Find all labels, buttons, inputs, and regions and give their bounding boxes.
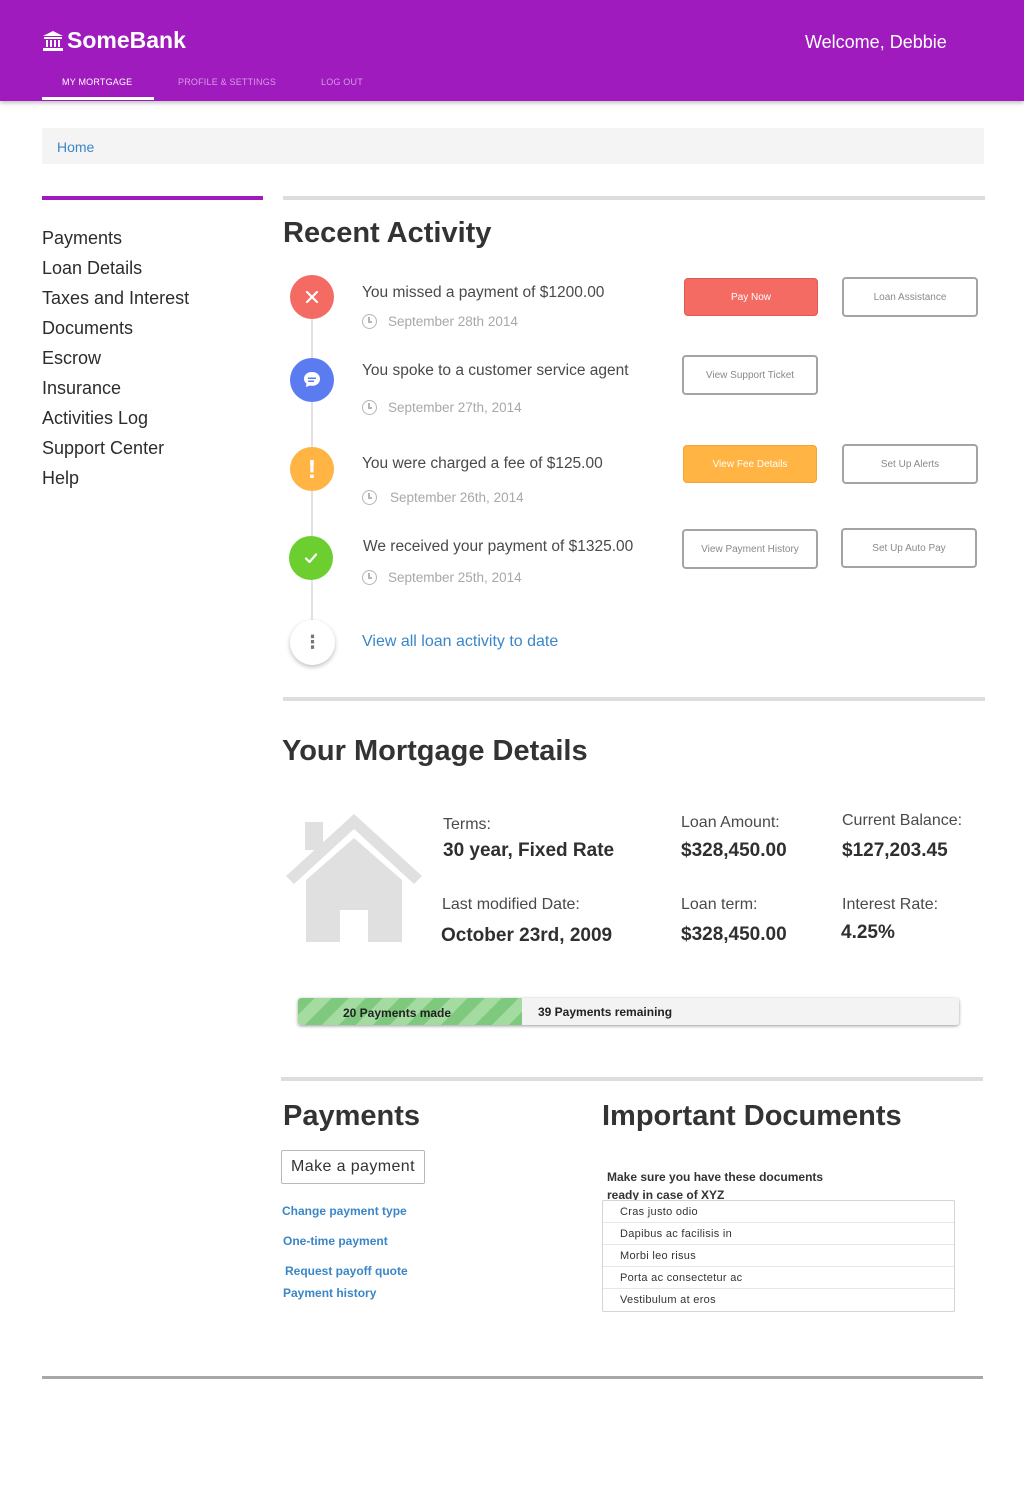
- set-up-alerts-button[interactable]: Set Up Alerts: [842, 444, 978, 484]
- exclamation-icon: !: [290, 447, 334, 491]
- clock-icon: [362, 314, 377, 329]
- make-payment-button[interactable]: Make a payment: [281, 1150, 425, 1184]
- sidebar-item-support-center[interactable]: Support Center: [42, 437, 189, 467]
- payments-title: Payments: [283, 1100, 421, 1132]
- view-payment-history-button[interactable]: View Payment History: [682, 529, 818, 569]
- activity-date: September 25th, 2014: [362, 570, 522, 585]
- section-divider: [283, 697, 985, 701]
- one-time-payment-link[interactable]: One-time payment: [283, 1234, 388, 1248]
- list-item[interactable]: Vestibulum at eros: [603, 1289, 954, 1311]
- activity-date: September 27th, 2014: [362, 400, 522, 415]
- house-icon: [286, 814, 422, 942]
- mortgage-details-title: Your Mortgage Details: [282, 735, 588, 767]
- payments-remaining-label: 39 Payments remaining: [538, 1005, 673, 1019]
- close-icon: [290, 275, 334, 319]
- sidebar-item-help[interactable]: Help: [42, 467, 189, 497]
- payments-made-label: 20 Payments made: [343, 1006, 452, 1020]
- list-item[interactable]: Morbi leo risus: [603, 1245, 954, 1267]
- check-icon: [289, 536, 333, 580]
- sidebar-item-activities-log[interactable]: Activities Log: [42, 407, 189, 437]
- last-modified-value: October 23rd, 2009: [441, 925, 613, 946]
- interest-rate-label: Interest Rate:: [842, 896, 939, 913]
- current-balance-label: Current Balance:: [842, 812, 963, 829]
- tab-log-out[interactable]: LOG OUT: [321, 77, 363, 87]
- view-all-activity-link[interactable]: View all loan activity to date: [362, 633, 558, 651]
- loan-term-value: $328,450.00: [681, 924, 787, 945]
- current-balance-value: $127,203.45: [842, 840, 948, 861]
- clock-icon: [362, 490, 377, 505]
- activity-date-text: September 27th, 2014: [388, 400, 522, 415]
- activity-text: You missed a payment of $1200.00: [362, 284, 605, 301]
- activity-text: We received your payment of $1325.00: [363, 538, 634, 555]
- terms-value: 30 year, Fixed Rate: [443, 840, 615, 861]
- list-item[interactable]: Cras justo odio: [603, 1201, 954, 1223]
- brand-name: SomeBank: [67, 27, 186, 53]
- view-support-ticket-button[interactable]: View Support Ticket: [682, 355, 818, 395]
- last-modified-label: Last modified Date:: [442, 896, 580, 913]
- terms-label: Terms:: [443, 816, 491, 833]
- view-fee-details-button[interactable]: View Fee Details: [683, 445, 817, 483]
- activity-date: September 28th 2014: [362, 314, 518, 329]
- footer-divider: [42, 1376, 983, 1379]
- tab-my-mortgage[interactable]: MY MORTGAGE: [62, 77, 132, 87]
- change-payment-type-link[interactable]: Change payment type: [282, 1204, 407, 1218]
- welcome-message: Welcome, Debbie: [805, 32, 947, 52]
- clock-icon: [362, 400, 377, 415]
- sidebar-item-loan-details[interactable]: Loan Details: [42, 257, 189, 287]
- documents-list: Cras justo odio Dapibus ac facilisis in …: [602, 1200, 955, 1312]
- list-item[interactable]: Porta ac consectetur ac: [603, 1267, 954, 1289]
- documents-note: Make sure you have these documents ready…: [607, 1170, 824, 1202]
- list-item[interactable]: Dapibus ac facilisis in: [603, 1223, 954, 1245]
- important-documents-title: Important Documents: [602, 1100, 902, 1132]
- loan-assistance-button[interactable]: Loan Assistance: [842, 277, 978, 317]
- loan-amount-label: Loan Amount:: [681, 814, 780, 831]
- payments-progress-bar: 20 Payments made 39 Payments remaining: [298, 998, 959, 1025]
- top-header: SomeBank Welcome, Debbie MY MORTGAGE PRO…: [0, 0, 1024, 101]
- recent-activity-title: Recent Activity: [283, 217, 492, 249]
- set-up-auto-pay-button[interactable]: Set Up Auto Pay: [841, 528, 977, 568]
- sidebar-accent-bar: [42, 196, 263, 200]
- breadcrumb-home[interactable]: Home: [57, 139, 94, 155]
- sidebar-item-documents[interactable]: Documents: [42, 317, 189, 347]
- section-divider: [281, 1077, 983, 1081]
- sidebar-item-escrow[interactable]: Escrow: [42, 347, 189, 377]
- more-options-icon[interactable]: ⋮: [290, 620, 335, 665]
- sidebar-item-taxes-interest[interactable]: Taxes and Interest: [42, 287, 189, 317]
- breadcrumb: Home: [42, 128, 984, 164]
- clock-icon: [362, 570, 377, 585]
- bank-icon: [43, 30, 63, 51]
- chat-icon: [290, 358, 334, 402]
- payment-history-link[interactable]: Payment history: [283, 1286, 376, 1300]
- tab-profile-settings[interactable]: PROFILE & SETTINGS: [178, 77, 276, 87]
- pay-now-button[interactable]: Pay Now: [684, 278, 818, 316]
- activity-text: You were charged a fee of $125.00: [362, 455, 603, 472]
- interest-rate-value: 4.25%: [841, 922, 895, 943]
- brand-logo[interactable]: SomeBank: [42, 27, 186, 54]
- active-tab-indicator: [42, 97, 154, 100]
- activity-date-text: September 26th, 2014: [390, 490, 524, 505]
- request-payoff-quote-link[interactable]: Request payoff quote: [285, 1264, 408, 1278]
- sidebar-item-payments[interactable]: Payments: [42, 227, 189, 257]
- section-divider: [283, 196, 985, 200]
- activity-date-text: September 25th, 2014: [388, 570, 522, 585]
- activity-date-text: September 28th 2014: [388, 314, 518, 329]
- loan-term-label: Loan term:: [681, 896, 758, 913]
- sidebar-nav: Payments Loan Details Taxes and Interest…: [42, 227, 189, 497]
- activity-text: You spoke to a customer service agent: [362, 362, 629, 379]
- activity-date: September 26th, 2014: [362, 490, 524, 505]
- sidebar-item-insurance[interactable]: Insurance: [42, 377, 189, 407]
- loan-amount-value: $328,450.00: [681, 840, 787, 861]
